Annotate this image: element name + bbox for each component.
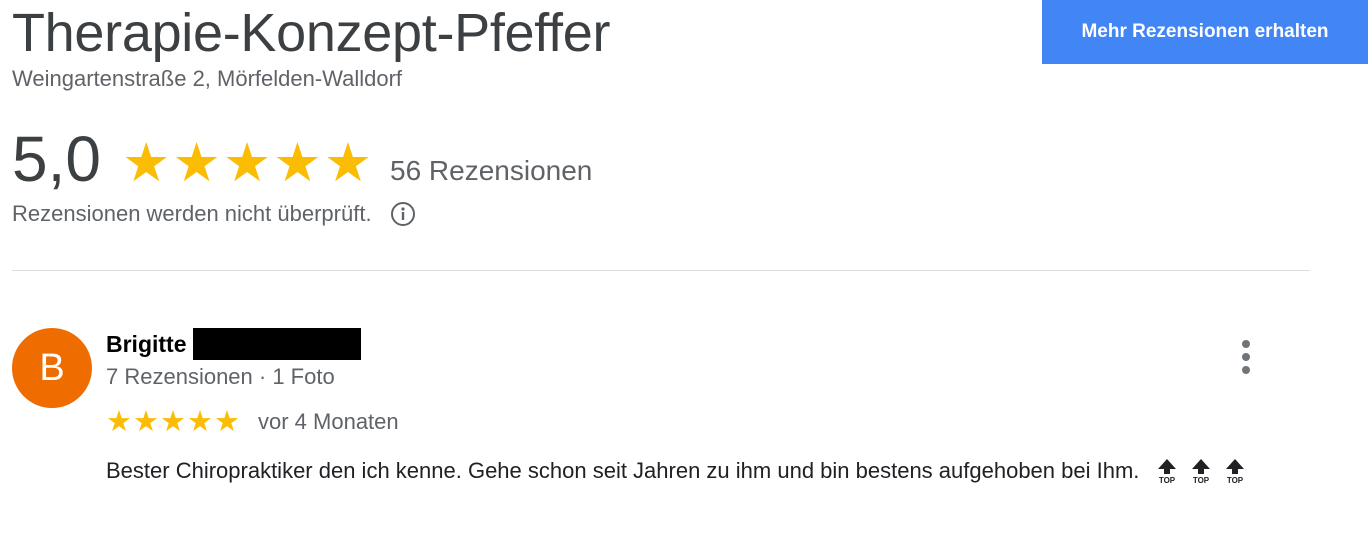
- star-icon: ★: [273, 133, 322, 193]
- review-rating-row: ★ ★ ★ ★ ★ vor 4 Monaten: [106, 406, 399, 438]
- top-arrow-icon: TOP: [1222, 458, 1248, 485]
- section-divider: [12, 270, 1310, 271]
- review-text: Bester Chiropraktiker den ich kenne. Geh…: [106, 453, 1296, 489]
- emoji-label: TOP: [1226, 476, 1243, 484]
- star-icon: ★: [214, 406, 240, 438]
- reviewer-name[interactable]: Brigitte: [106, 328, 361, 360]
- review-count: 56 Rezensionen: [390, 155, 593, 186]
- top-arrow-icon: TOP: [1154, 458, 1180, 485]
- reviewer-stats: 7 Rezensionen · 1 Foto: [106, 364, 335, 389]
- place-title: Therapie-Konzept-Pfeffer: [12, 3, 611, 63]
- star-icon: ★: [122, 133, 171, 193]
- info-circle-icon[interactable]: [390, 201, 416, 227]
- avatar[interactable]: B: [12, 328, 92, 408]
- review-date: vor 4 Monaten: [258, 409, 399, 434]
- more-vert-icon[interactable]: [1232, 340, 1260, 380]
- star-icon: ★: [133, 406, 159, 438]
- emoji-label: TOP: [1192, 476, 1209, 484]
- star-icon: ★: [160, 406, 186, 438]
- star-icon: ★: [106, 406, 132, 438]
- reviewer-first-name[interactable]: Brigitte: [106, 329, 187, 359]
- place-address: Weingartenstraße 2, Mörfelden-Walldorf: [12, 66, 403, 91]
- star-icon: ★: [187, 406, 213, 438]
- star-icon: ★: [222, 133, 272, 193]
- unverified-notice: Rezensionen werden nicht überprüft.: [12, 198, 416, 230]
- review-stars: ★ ★ ★ ★ ★: [106, 406, 240, 438]
- star-icon: ★: [323, 133, 373, 193]
- top-arrow-icon: TOP: [1188, 458, 1214, 485]
- unverified-notice-text: Rezensionen werden nicht überprüft.: [12, 201, 372, 226]
- redaction-box: [192, 328, 361, 360]
- get-more-reviews-button[interactable]: Mehr Rezensionen erhalten: [1042, 0, 1368, 64]
- emoji-label: TOP: [1158, 476, 1175, 484]
- rating-summary: 5,0 ★ ★ ★ ★ ★ 56 Rezensionen: [12, 124, 912, 194]
- review-body: Bester Chiropraktiker den ich kenne. Geh…: [106, 458, 1140, 483]
- average-rating: 5,0: [12, 123, 101, 195]
- star-icon: ★: [172, 133, 221, 193]
- average-rating-stars: ★ ★ ★ ★ ★: [122, 136, 372, 190]
